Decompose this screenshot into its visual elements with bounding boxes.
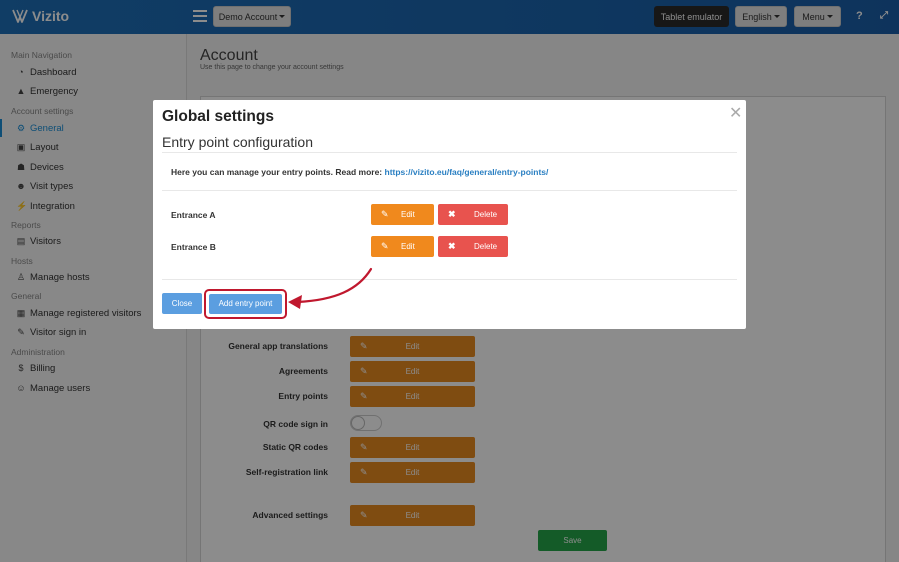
modal-subtitle: Entry point configuration xyxy=(162,134,313,150)
modal-info-text: Here you can manage your entry points. R… xyxy=(171,167,548,177)
close-icon: ✖ xyxy=(448,241,456,251)
delete-entrance-a-button[interactable]: ✖ Delete xyxy=(438,204,508,225)
delete-entrance-b-button[interactable]: ✖ Delete xyxy=(438,236,508,257)
edit-icon: ✎ xyxy=(381,241,389,251)
divider xyxy=(162,279,737,280)
delete-label: Delete xyxy=(474,210,498,219)
delete-label: Delete xyxy=(474,242,498,251)
info-text: Here you can manage your entry points. R… xyxy=(171,167,383,177)
close-icon: ✖ xyxy=(448,209,456,219)
entry-name-entrance-a: Entrance A xyxy=(171,210,216,220)
modal-title: Global settings xyxy=(162,108,274,125)
edit-entrance-a-button[interactable]: ✎ Edit xyxy=(371,204,434,225)
edit-label: Edit xyxy=(401,242,415,251)
entry-points-faq-link[interactable]: https://vizito.eu/faq/general/entry-poin… xyxy=(385,167,549,177)
divider xyxy=(162,190,737,191)
add-entry-point-button[interactable]: Add entry point xyxy=(209,294,282,314)
divider xyxy=(162,152,737,153)
close-button[interactable]: Close xyxy=(162,293,202,314)
edit-entrance-b-button[interactable]: ✎ Edit xyxy=(371,236,434,257)
global-settings-modal: Global settings ✕ Entry point configurat… xyxy=(153,100,746,329)
annotation-arrow-icon xyxy=(288,267,373,309)
add-entry-point-highlight: Add entry point xyxy=(204,289,287,319)
edit-label: Edit xyxy=(401,210,415,219)
edit-icon: ✎ xyxy=(381,209,389,219)
close-icon[interactable]: ✕ xyxy=(729,103,742,123)
entry-name-entrance-b: Entrance B xyxy=(171,242,216,252)
